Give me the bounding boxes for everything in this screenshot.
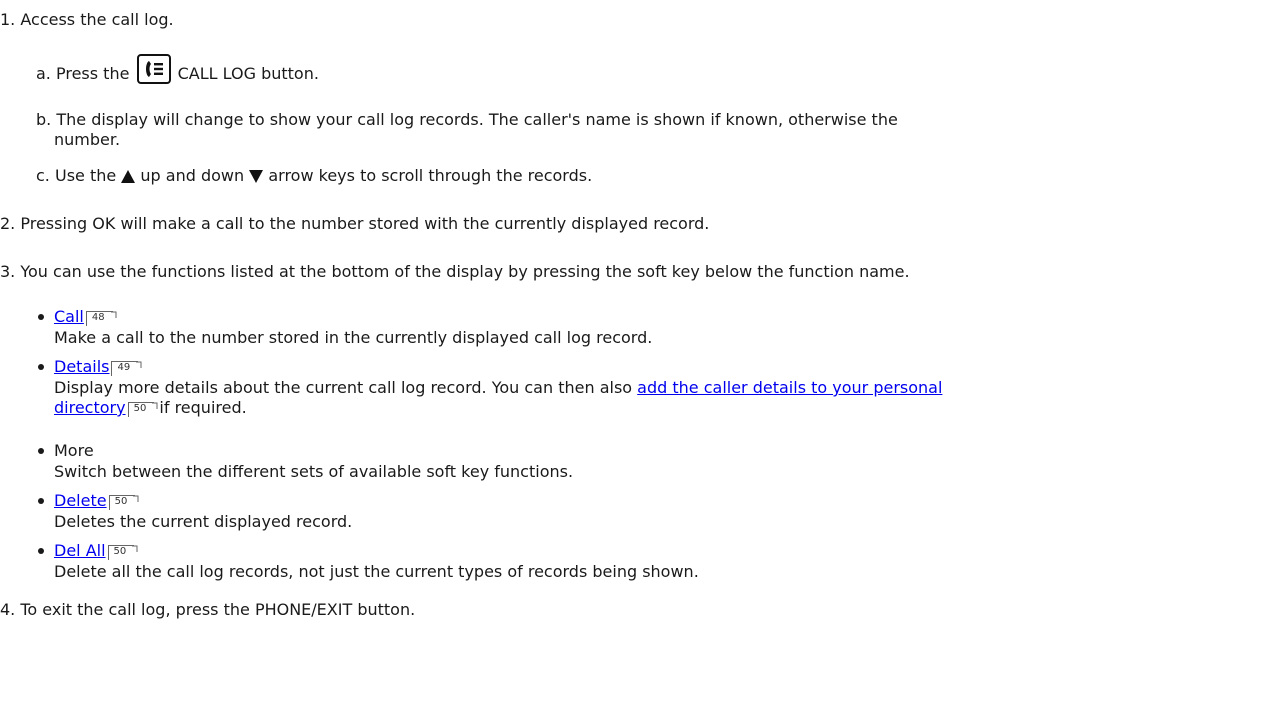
bullet-icon bbox=[38, 548, 44, 554]
substep-b: b. The display will change to show your … bbox=[36, 110, 898, 130]
function-details-desc-cont: directory 50 if required. bbox=[54, 398, 247, 418]
bullet-icon bbox=[38, 364, 44, 370]
step-number: 4. bbox=[0, 600, 16, 619]
directory-link[interactable]: directory bbox=[54, 398, 126, 417]
bullet-icon bbox=[38, 314, 44, 320]
page-ref[interactable]: 50 bbox=[108, 495, 139, 510]
substep-label: c. bbox=[36, 166, 50, 185]
substep-label: b. bbox=[36, 110, 52, 129]
substep-text: up and down bbox=[140, 166, 245, 185]
step-number: 2. bbox=[0, 214, 16, 233]
substep-label: a. bbox=[36, 64, 51, 83]
step-number: 3. bbox=[0, 262, 16, 281]
substep-text: number. bbox=[54, 130, 121, 149]
substep-text: CALL LOG button. bbox=[177, 64, 319, 83]
function-desc: if required. bbox=[159, 398, 247, 417]
call-link[interactable]: Call bbox=[54, 307, 84, 326]
step-1: 1. Access the call log. bbox=[0, 10, 174, 30]
step-text: Access the call log. bbox=[20, 10, 174, 29]
substep-text: Use the bbox=[54, 166, 117, 185]
function-call-desc: Make a call to the number stored in the … bbox=[54, 328, 652, 348]
page-ref[interactable]: 50 bbox=[107, 545, 138, 560]
function-call: Call 48 bbox=[54, 307, 117, 327]
page-ref[interactable]: 49 bbox=[111, 361, 142, 376]
function-more: More bbox=[54, 441, 94, 461]
function-del-all-desc: Delete all the call log records, not jus… bbox=[54, 562, 699, 582]
step-4: 4. To exit the call log, press the PHONE… bbox=[0, 600, 415, 620]
step-text: You can use the functions listed at the … bbox=[20, 262, 910, 281]
function-details: Details 49 bbox=[54, 357, 142, 377]
add-caller-link[interactable]: add the caller details to your personal bbox=[637, 378, 942, 397]
step-text: To exit the call log, press the PHONE/EX… bbox=[20, 600, 416, 619]
more-label: More bbox=[54, 441, 94, 460]
help-page: 1. Access the call log. a. Press the CAL… bbox=[0, 0, 1280, 709]
substep-b-cont: number. bbox=[54, 130, 120, 150]
down-triangle-icon bbox=[249, 170, 264, 183]
page-ref[interactable]: 48 bbox=[85, 311, 117, 326]
substep-a: a. Press the CALL LOG button. bbox=[36, 54, 319, 89]
del-all-link[interactable]: Del All bbox=[54, 541, 106, 560]
function-desc: Delete all the call log records, not jus… bbox=[54, 562, 699, 581]
function-delete-desc: Deletes the current displayed record. bbox=[54, 512, 352, 532]
function-desc: Switch between the different sets of ava… bbox=[54, 462, 574, 481]
step-2: 2. Pressing OK will make a call to the n… bbox=[0, 214, 709, 234]
function-desc: Make a call to the number stored in the … bbox=[54, 328, 653, 347]
call-log-icon bbox=[136, 54, 171, 84]
function-more-desc: Switch between the different sets of ava… bbox=[54, 462, 573, 482]
function-delete: Delete 50 bbox=[54, 491, 139, 511]
function-details-desc: Display more details about the current c… bbox=[54, 378, 942, 398]
bullet-icon bbox=[38, 448, 44, 454]
step-3: 3. You can use the functions listed at t… bbox=[0, 262, 910, 282]
details-link[interactable]: Details bbox=[54, 357, 109, 376]
substep-text: The display will change to show your cal… bbox=[56, 110, 898, 129]
substep-c: c. Use the up and down arrow keys to scr… bbox=[36, 166, 592, 186]
step-number: 1. bbox=[0, 10, 16, 29]
function-desc: Display more details about the current c… bbox=[54, 378, 633, 397]
page-ref[interactable]: 50 bbox=[127, 402, 158, 417]
substep-text: arrow keys to scroll through the records… bbox=[268, 166, 593, 185]
up-triangle-icon bbox=[121, 170, 136, 183]
substep-text: Press the bbox=[55, 64, 130, 83]
bullet-icon bbox=[38, 498, 44, 504]
step-text: Pressing OK will make a call to the numb… bbox=[20, 214, 710, 233]
function-del-all: Del All 50 bbox=[54, 541, 138, 561]
function-desc: Deletes the current displayed record. bbox=[54, 512, 353, 531]
delete-link[interactable]: Delete bbox=[54, 491, 107, 510]
